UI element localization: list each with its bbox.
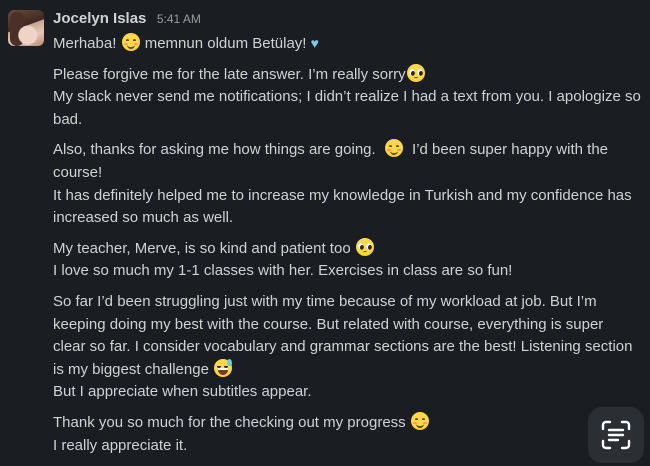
message-line: keeping doing my best with the course. B…	[53, 315, 604, 333]
text-fragment: I’d been super happy with the	[412, 141, 608, 159]
text-fragment: My teacher, Merve, is so kind and patien…	[53, 239, 351, 257]
message-line: Also, thanks for asking me how things ar…	[53, 139, 650, 162]
message-line: increased so much as well.	[53, 209, 234, 227]
pleading-face-icon	[406, 63, 425, 82]
text-fragment: memnun oldum Betülay!	[140, 35, 311, 52]
message-paragraph: So far I’d been struggling just with my …	[53, 291, 650, 404]
text-fragment: is my biggest challenge	[53, 360, 209, 378]
text-fragment: Thank you so much for the checking out m…	[53, 413, 406, 431]
message-line: is my biggest challenge	[53, 358, 650, 382]
pleading-face-icon	[355, 237, 374, 256]
message-paragraph: My teacher, Merve, is so kind and patien…	[53, 237, 650, 283]
text-fragment: Please forgive me for the late answer. I…	[53, 65, 406, 83]
message-line: My teacher, Merve, is so kind and patien…	[53, 237, 650, 261]
message-line: So far I’d been struggling just with my …	[53, 292, 597, 310]
avatar-face	[8, 10, 44, 46]
light-blue-heart-icon: ♥	[310, 35, 319, 51]
message-line: bad.	[53, 110, 83, 128]
message-line: But I appreciate when subtitles appear.	[53, 383, 312, 401]
message-header: Jocelyn Islas 5:41 AM	[53, 10, 201, 30]
message-line: My slack never send me notifications; I …	[53, 88, 641, 106]
message-paragraph: Merhaba! memnun oldum Betülay! ♥	[53, 32, 650, 56]
message-paragraph: Also, thanks for asking me how things ar…	[53, 139, 650, 229]
message-line: I really appreciate it.	[53, 436, 188, 454]
message-line: Thank you so much for the checking out m…	[53, 411, 650, 435]
smiling-face-icon	[121, 33, 140, 51]
message-body: Merhaba! memnun oldum Betülay! ♥ Please …	[53, 32, 650, 465]
author-name[interactable]: Jocelyn Islas	[53, 10, 146, 27]
message-line: I love so much my 1-1 classes with her. …	[53, 262, 513, 280]
message-line: clear so far. I consider vocabulary and …	[53, 338, 633, 356]
text-fragment: Also, thanks for asking me how things ar…	[53, 141, 376, 159]
message-line: Merhaba! memnun oldum Betülay! ♥	[53, 32, 650, 56]
text-scan-icon	[601, 420, 631, 450]
message-line: course!	[53, 163, 103, 181]
avatar[interactable]	[8, 10, 44, 46]
message-line: Please forgive me for the late answer. I…	[53, 63, 650, 87]
message-timestamp[interactable]: 5:41 AM	[157, 12, 201, 26]
message-paragraph: Thank you so much for the checking out m…	[53, 411, 650, 457]
smiling-face-icon	[410, 411, 429, 430]
text-fragment: Merhaba!	[53, 35, 121, 52]
message-item: Jocelyn Islas 5:41 AM Merhaba! memnun ol…	[0, 0, 650, 466]
smiling-face-icon	[384, 139, 403, 158]
message-line: It has definitely helped me to increase …	[53, 186, 632, 204]
grinning-sweat-face-icon	[214, 358, 233, 377]
text-scan-button[interactable]	[588, 407, 644, 463]
message-paragraph: Please forgive me for the late answer. I…	[53, 63, 650, 132]
